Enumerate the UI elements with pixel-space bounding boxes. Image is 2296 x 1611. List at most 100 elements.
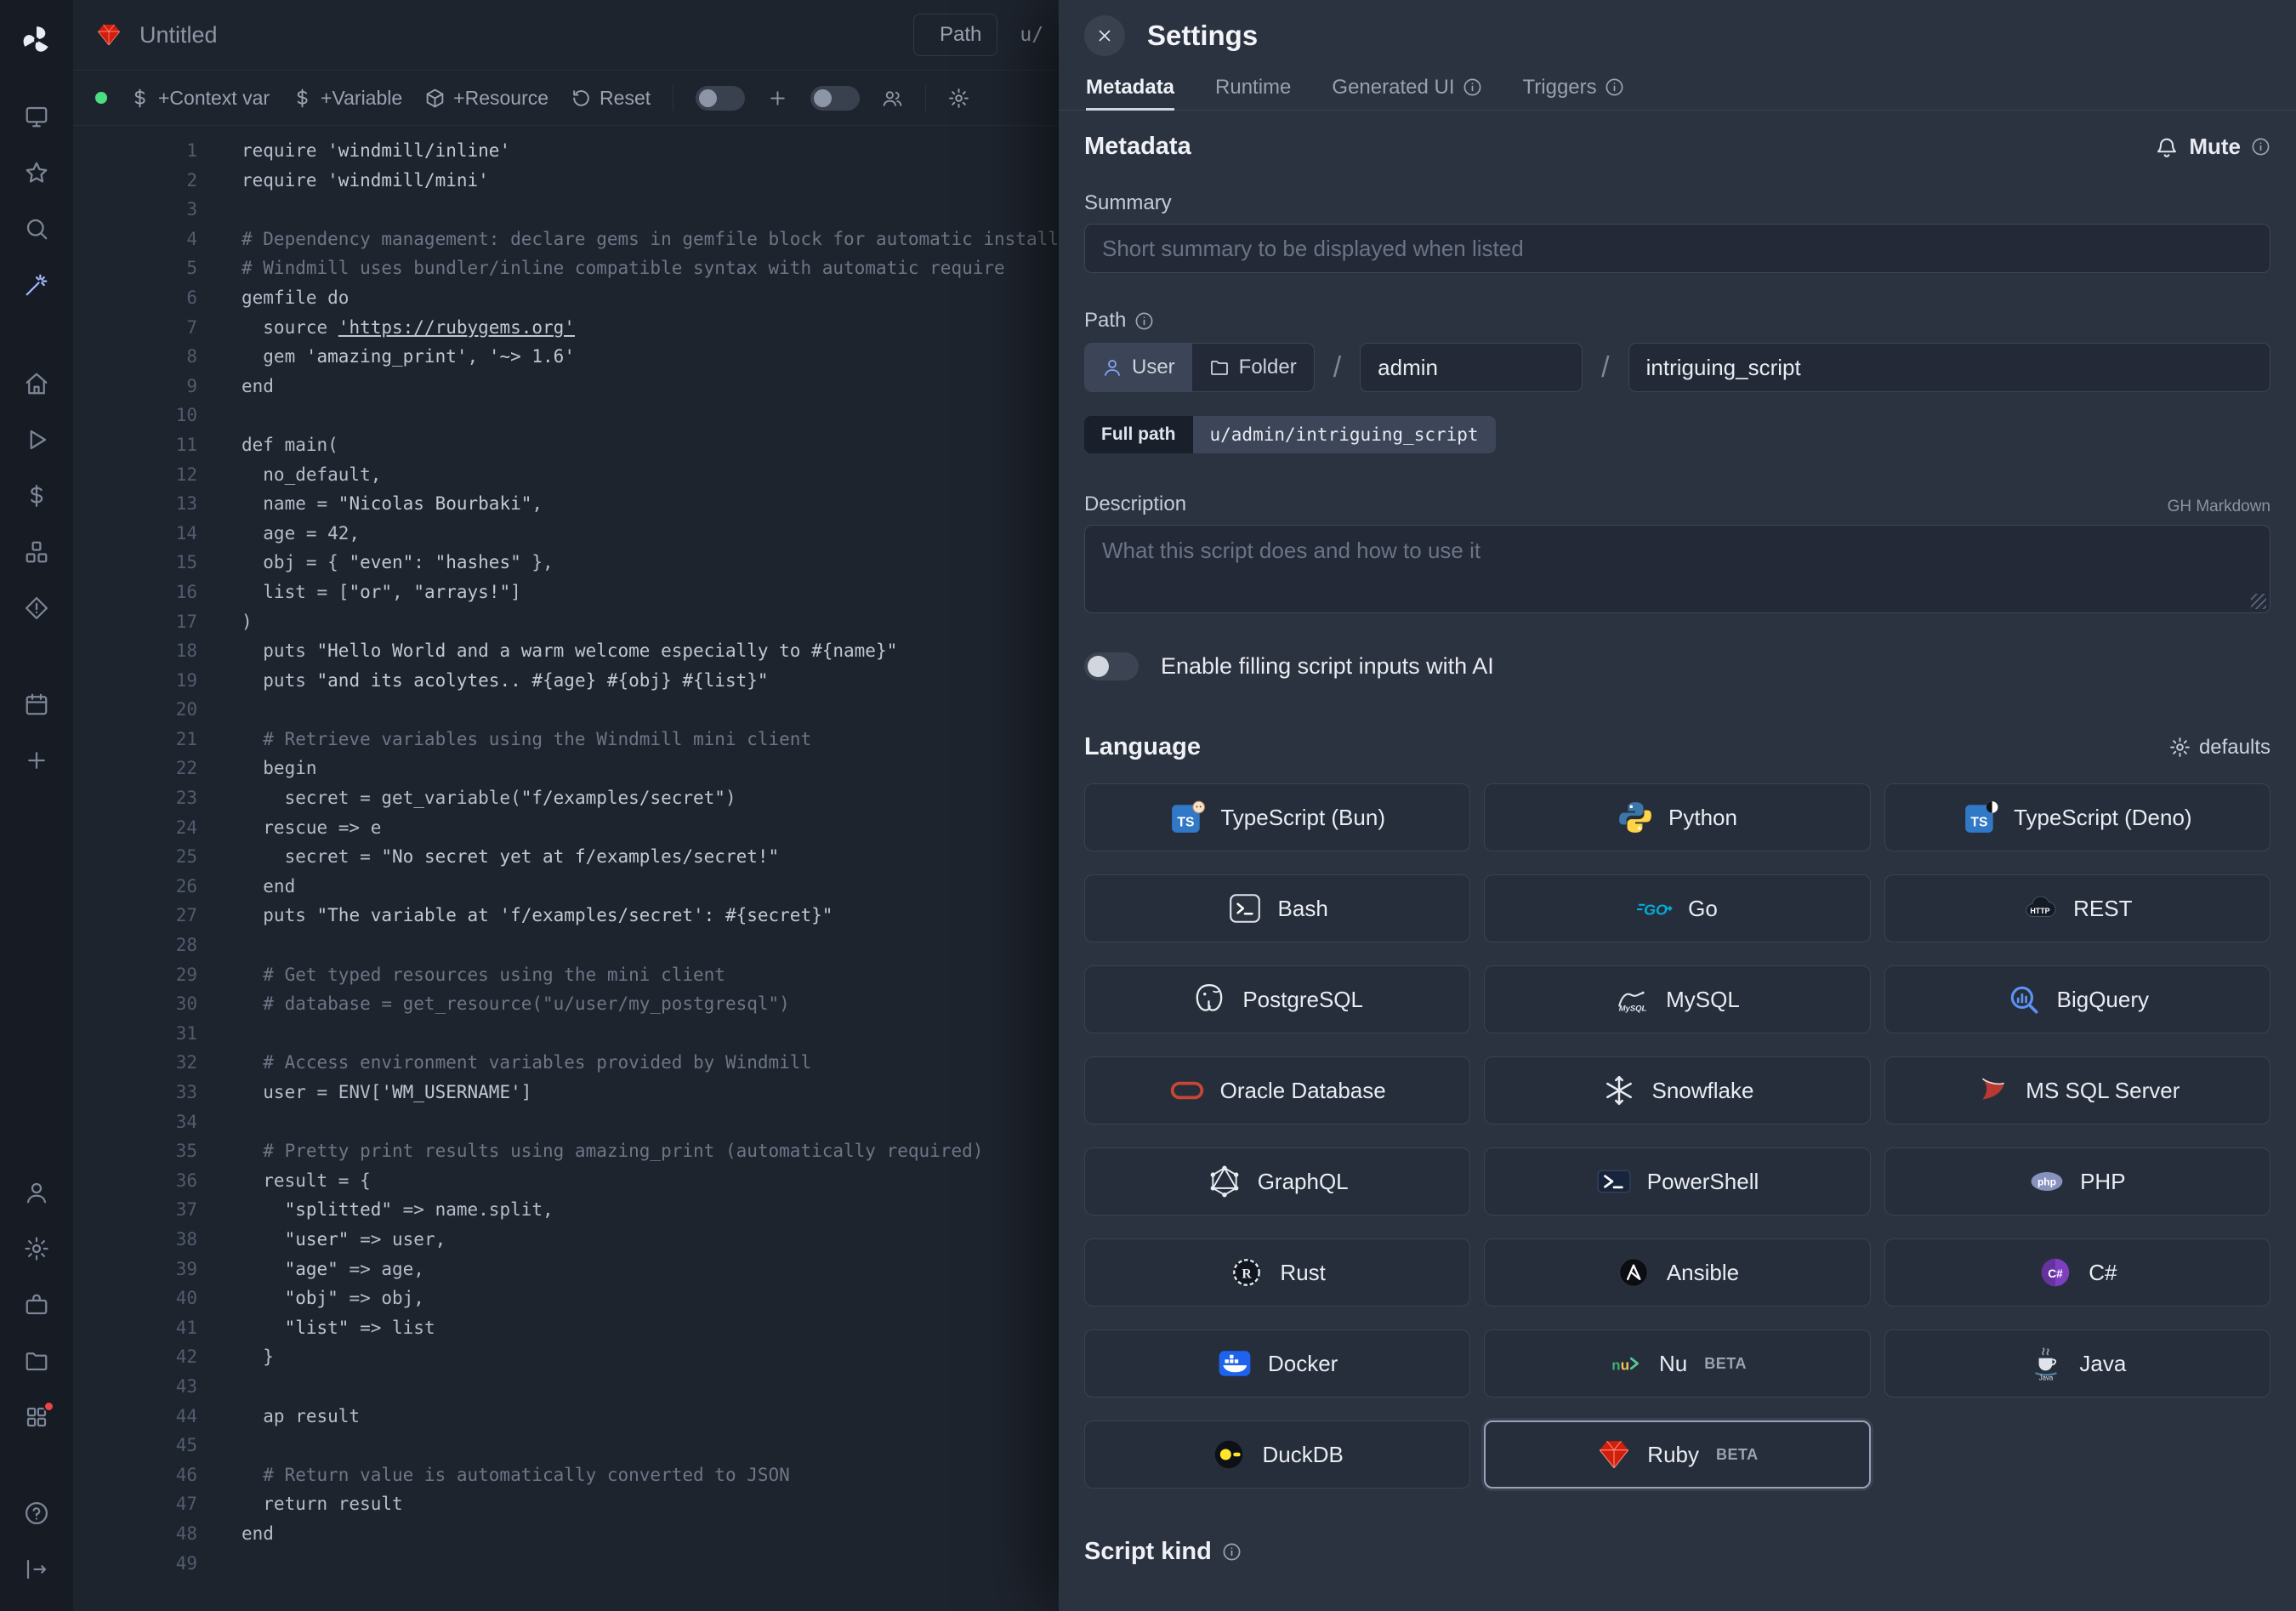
sidebar-item-runs[interactable] <box>18 423 55 457</box>
language-option-bash[interactable]: Bash <box>1084 874 1470 942</box>
windmill-logo-icon[interactable] <box>17 20 56 60</box>
code-text: puts "and its acolytes.. #{age} #{obj} #… <box>197 666 769 696</box>
sidebar-item-account[interactable] <box>18 1176 55 1210</box>
code-text: # Get typed resources using the mini cli… <box>197 960 725 990</box>
docker-icon <box>1217 1346 1253 1381</box>
svg-text:Java: Java <box>2039 1374 2054 1381</box>
info-icon[interactable] <box>2251 137 2270 157</box>
code-text: end <box>197 1519 274 1549</box>
code-text: name = "Nicolas Bourbaki", <box>197 489 543 519</box>
language-option-ruby[interactable]: RubyBETA <box>1484 1420 1870 1489</box>
sidebar-item-create[interactable] <box>18 743 55 777</box>
language-option-powershell[interactable]: PowerShell <box>1484 1147 1870 1215</box>
code-text: secret = "No secret yet at f/examples/se… <box>197 842 779 872</box>
add-context-var-button[interactable]: +Context var <box>129 87 270 110</box>
code-text <box>197 1107 253 1137</box>
tab-generated-ui[interactable]: Generated UI <box>1332 66 1481 111</box>
sidebar-item-workspace-settings[interactable] <box>18 1232 55 1266</box>
language-option-php[interactable]: phpPHP <box>1884 1147 2270 1215</box>
script-title-input[interactable] <box>139 22 684 48</box>
code-text: # Dependency management: declare gems in… <box>197 225 1112 254</box>
line-number: 40 <box>73 1284 197 1313</box>
ai-inputs-toggle[interactable] <box>1084 652 1139 680</box>
language-option-java[interactable]: JavaJava <box>1884 1329 2270 1398</box>
sidebar-item-expand-sidebar[interactable] <box>18 1552 55 1586</box>
metadata-heading: Metadata <box>1084 133 1191 161</box>
language-option-bigquery[interactable]: BigQuery <box>1884 965 2270 1033</box>
language-option-nu[interactable]: nuNuBETA <box>1484 1329 1870 1398</box>
path-row: User Folder / / <box>1084 343 2270 392</box>
sidebar-item-home[interactable] <box>18 367 55 401</box>
svg-text:php: php <box>2037 1176 2056 1188</box>
language-option-oracle-database[interactable]: Oracle Database <box>1084 1056 1470 1124</box>
tab-metadata[interactable]: Metadata <box>1086 66 1174 111</box>
sidebar-item-favorites[interactable] <box>18 156 55 190</box>
info-icon[interactable] <box>1222 1542 1242 1562</box>
sidebar-item-apps[interactable] <box>18 1400 55 1434</box>
add-variable-button[interactable]: +Variable <box>292 87 402 110</box>
sidebar-item-schedules[interactable] <box>18 687 55 721</box>
script-name-input[interactable] <box>1628 343 2270 392</box>
sidebar-item-help[interactable] <box>18 1496 55 1530</box>
code-text: ap result <box>197 1402 360 1432</box>
multiplayer-toggle[interactable] <box>810 86 860 111</box>
path-button[interactable]: Path <box>913 14 997 56</box>
line-number: 7 <box>73 313 197 343</box>
language-label: BigQuery <box>2057 987 2149 1013</box>
language-option-python[interactable]: Python <box>1484 783 1870 851</box>
rust-icon: R <box>1229 1255 1265 1290</box>
sidebar-item-script-editor[interactable] <box>18 268 55 302</box>
sidebar-item-workers[interactable] <box>18 1288 55 1322</box>
sidebar-item-alerts[interactable] <box>18 591 55 625</box>
language-option-rust[interactable]: RRust <box>1084 1238 1470 1306</box>
language-option-postgresql[interactable]: PostgreSQL <box>1084 965 1470 1033</box>
code-text: ) <box>197 607 253 637</box>
language-label: TypeScript (Deno) <box>2014 805 2192 831</box>
mute-label[interactable]: Mute <box>2189 134 2241 160</box>
reset-icon <box>571 88 592 109</box>
language-option-ansible[interactable]: Ansible <box>1484 1238 1870 1306</box>
svg-text:GO: GO <box>1644 901 1668 918</box>
monitor-icon <box>24 104 49 129</box>
diff-mode-toggle[interactable] <box>696 86 745 111</box>
owner-kind-user-button[interactable]: User <box>1085 344 1192 391</box>
language-option-c[interactable]: C#C# <box>1884 1238 2270 1306</box>
language-label: GraphQL <box>1258 1169 1349 1195</box>
owner-kind-folder-button[interactable]: Folder <box>1192 344 1314 391</box>
sidebar-item-folders[interactable] <box>18 1344 55 1378</box>
tab-runtime[interactable]: Runtime <box>1215 66 1291 111</box>
summary-input[interactable] <box>1084 224 2270 273</box>
sidebar-item-search[interactable] <box>18 212 55 246</box>
info-icon[interactable] <box>1605 77 1624 97</box>
language-option-duckdb[interactable]: DuckDB <box>1084 1420 1470 1489</box>
sidebar-item-workspace-monitor[interactable] <box>18 100 55 134</box>
reset-button[interactable]: Reset <box>571 87 651 110</box>
language-option-docker[interactable]: Docker <box>1084 1329 1470 1398</box>
language-option-rest[interactable]: HTTPREST <box>1884 874 2270 942</box>
editor-settings-button[interactable] <box>948 88 969 109</box>
language-option-typescript-deno[interactable]: TSTypeScript (Deno) <box>1884 783 2270 851</box>
owner-input[interactable] <box>1360 343 1583 392</box>
close-settings-button[interactable] <box>1084 15 1125 56</box>
tab-triggers[interactable]: Triggers <box>1523 66 1624 111</box>
add-resource-button[interactable]: +Resource <box>424 87 548 110</box>
sidebar-item-variables[interactable] <box>18 479 55 513</box>
ansible-icon <box>1616 1255 1651 1290</box>
language-option-typescript-bun[interactable]: TSTypeScript (Bun) <box>1084 783 1470 851</box>
resize-handle-icon[interactable] <box>2251 594 2266 609</box>
settings-header: Settings <box>1059 0 2296 66</box>
language-option-mysql[interactable]: MySQLMySQL <box>1484 965 1870 1033</box>
description-textarea[interactable] <box>1084 525 2270 613</box>
code-text: # Pretty print results using amazing_pri… <box>197 1136 983 1166</box>
mute-control[interactable]: Mute <box>2155 134 2270 160</box>
sidebar-item-resources[interactable] <box>18 535 55 569</box>
arrowright-icon <box>24 1557 49 1582</box>
info-icon[interactable] <box>1463 77 1482 97</box>
language-option-graphql[interactable]: GraphQL <box>1084 1147 1470 1215</box>
info-icon[interactable] <box>1134 311 1154 331</box>
language-option-go[interactable]: GOGo <box>1484 874 1870 942</box>
language-defaults-button[interactable]: defaults <box>2169 736 2270 760</box>
language-label: REST <box>2073 896 2132 922</box>
language-option-snowflake[interactable]: Snowflake <box>1484 1056 1870 1124</box>
language-option-ms-sql-server[interactable]: MS SQL Server <box>1884 1056 2270 1124</box>
